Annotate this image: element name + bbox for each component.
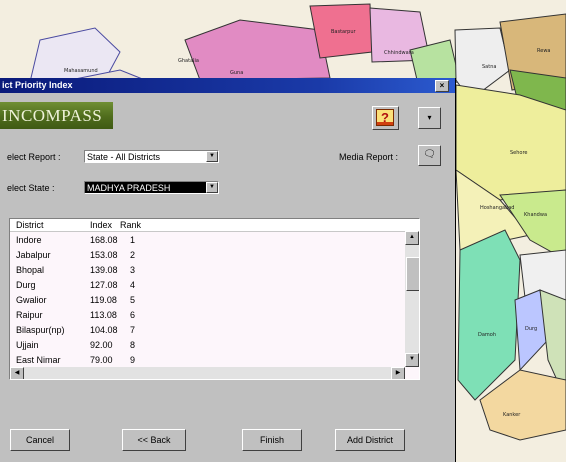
district-cell: Jabalpur <box>16 250 51 260</box>
map-label: Ghatalia <box>178 58 199 64</box>
table-row[interactable]: East Nimar 79.00 9 <box>10 355 405 367</box>
scroll-left-icon[interactable]: ◀ <box>10 367 24 379</box>
rank-cell: 6 <box>130 310 136 320</box>
map-label: Bastarpur <box>331 29 356 35</box>
rank-cell: 8 <box>130 340 136 350</box>
finish-button[interactable]: Finish <box>242 429 302 451</box>
map-label: Rewa <box>537 48 551 54</box>
select-state-value: MADHYA PRADESH <box>87 183 171 193</box>
index-cell: 79.00 <box>90 355 113 365</box>
rank-cell: 3 <box>130 265 136 275</box>
map-label: Hoshangabad <box>480 205 515 211</box>
scroll-down-icon[interactable]: ▼ <box>405 353 419 367</box>
rank-cell: 7 <box>130 325 136 335</box>
map-label: Damoh <box>478 332 497 338</box>
table-row[interactable]: Raipur 113.08 6 <box>10 310 405 322</box>
help-question-icon: ? <box>376 109 394 126</box>
table-row[interactable]: Bhopal 139.08 3 <box>10 265 405 277</box>
index-cell: 153.08 <box>90 250 118 260</box>
column-header-index[interactable]: Index <box>90 220 112 230</box>
select-state-dropdown[interactable]: MADHYA PRADESH ▼ <box>84 181 219 194</box>
index-cell: 113.08 <box>90 310 117 320</box>
district-cell: Bhopal <box>16 265 45 275</box>
cancel-button[interactable]: Cancel <box>10 429 70 451</box>
scrollbar-thumb[interactable] <box>406 257 419 291</box>
district-cell: Ujjain <box>16 340 39 350</box>
chevron-down-icon[interactable]: ▾ <box>418 107 441 129</box>
map-label: Durg <box>525 326 538 332</box>
back-button[interactable]: << Back <box>122 429 186 451</box>
map-label: Satna <box>482 64 497 70</box>
district-list[interactable]: District Index Rank Indore 168.08 1 Jaba… <box>9 218 420 380</box>
select-report-label: elect Report : <box>7 152 61 162</box>
select-state-label: elect State : <box>7 183 55 193</box>
chat-icon: 🗨 <box>423 149 436 160</box>
table-row[interactable]: Jabalpur 153.08 2 <box>10 250 405 262</box>
map-label: Guna <box>230 70 244 76</box>
index-cell: 104.08 <box>90 325 118 335</box>
add-district-button[interactable]: Add District <box>335 429 405 451</box>
vertical-scrollbar[interactable]: ▲ ▼ <box>405 231 419 367</box>
district-priority-dialog: ict Priority Index × INCOMPASS ? ▾ elect… <box>0 78 456 462</box>
dialog-title: ict Priority Index <box>2 80 73 90</box>
media-report-label: Media Report : <box>339 152 399 162</box>
index-cell: 127.08 <box>90 280 118 290</box>
table-row[interactable]: Gwalior 119.08 5 <box>10 295 405 307</box>
rank-cell: 1 <box>130 235 136 245</box>
index-cell: 92.00 <box>90 340 113 350</box>
map-label: Khandwa <box>524 212 548 218</box>
help-button[interactable]: ? <box>372 106 399 130</box>
map-label: Mahasamund <box>64 68 98 74</box>
dialog-titlebar[interactable]: ict Priority Index × <box>0 78 455 93</box>
index-cell: 119.08 <box>90 295 117 305</box>
rank-cell: 4 <box>130 280 136 290</box>
rank-cell: 2 <box>130 250 136 260</box>
table-row[interactable]: Indore 168.08 1 <box>10 235 405 247</box>
scroll-up-icon[interactable]: ▲ <box>405 231 419 245</box>
column-header-district[interactable]: District <box>16 220 44 230</box>
district-cell: East Nimar <box>16 355 61 365</box>
map-label: Kanker <box>503 412 521 418</box>
logo-text: INCOMPASS <box>2 106 103 125</box>
district-cell: Bilaspur(np) <box>16 325 65 335</box>
table-row[interactable]: Ujjain 92.00 8 <box>10 340 405 352</box>
column-header-rank[interactable]: Rank <box>120 220 141 230</box>
media-report-button[interactable]: 🗨 <box>418 145 441 166</box>
map-label: Sehore <box>510 150 528 156</box>
rank-cell: 9 <box>130 355 136 365</box>
select-report-dropdown[interactable]: State - All Districts ▼ <box>84 150 219 163</box>
incompass-logo: INCOMPASS <box>0 102 113 129</box>
rank-cell: 5 <box>130 295 136 305</box>
index-cell: 139.08 <box>90 265 118 275</box>
list-header: District Index Rank <box>10 219 419 232</box>
map-label: Chhindwara <box>384 50 414 56</box>
dropdown-arrow-icon[interactable]: ▼ <box>206 182 218 193</box>
select-report-value: State - All Districts <box>87 152 161 162</box>
table-row[interactable]: Durg 127.08 4 <box>10 280 405 292</box>
district-cell: Gwalior <box>16 295 47 305</box>
table-row[interactable]: Bilaspur(np) 104.08 7 <box>10 325 405 337</box>
dropdown-arrow-icon[interactable]: ▼ <box>206 151 218 162</box>
district-cell: Indore <box>16 235 42 245</box>
district-cell: Durg <box>16 280 36 290</box>
index-cell: 168.08 <box>90 235 118 245</box>
horizontal-scrollbar[interactable]: ◀ ▶ <box>10 367 405 379</box>
close-button[interactable]: × <box>435 80 449 92</box>
district-cell: Raipur <box>16 310 43 320</box>
scroll-right-icon[interactable]: ▶ <box>391 367 405 379</box>
